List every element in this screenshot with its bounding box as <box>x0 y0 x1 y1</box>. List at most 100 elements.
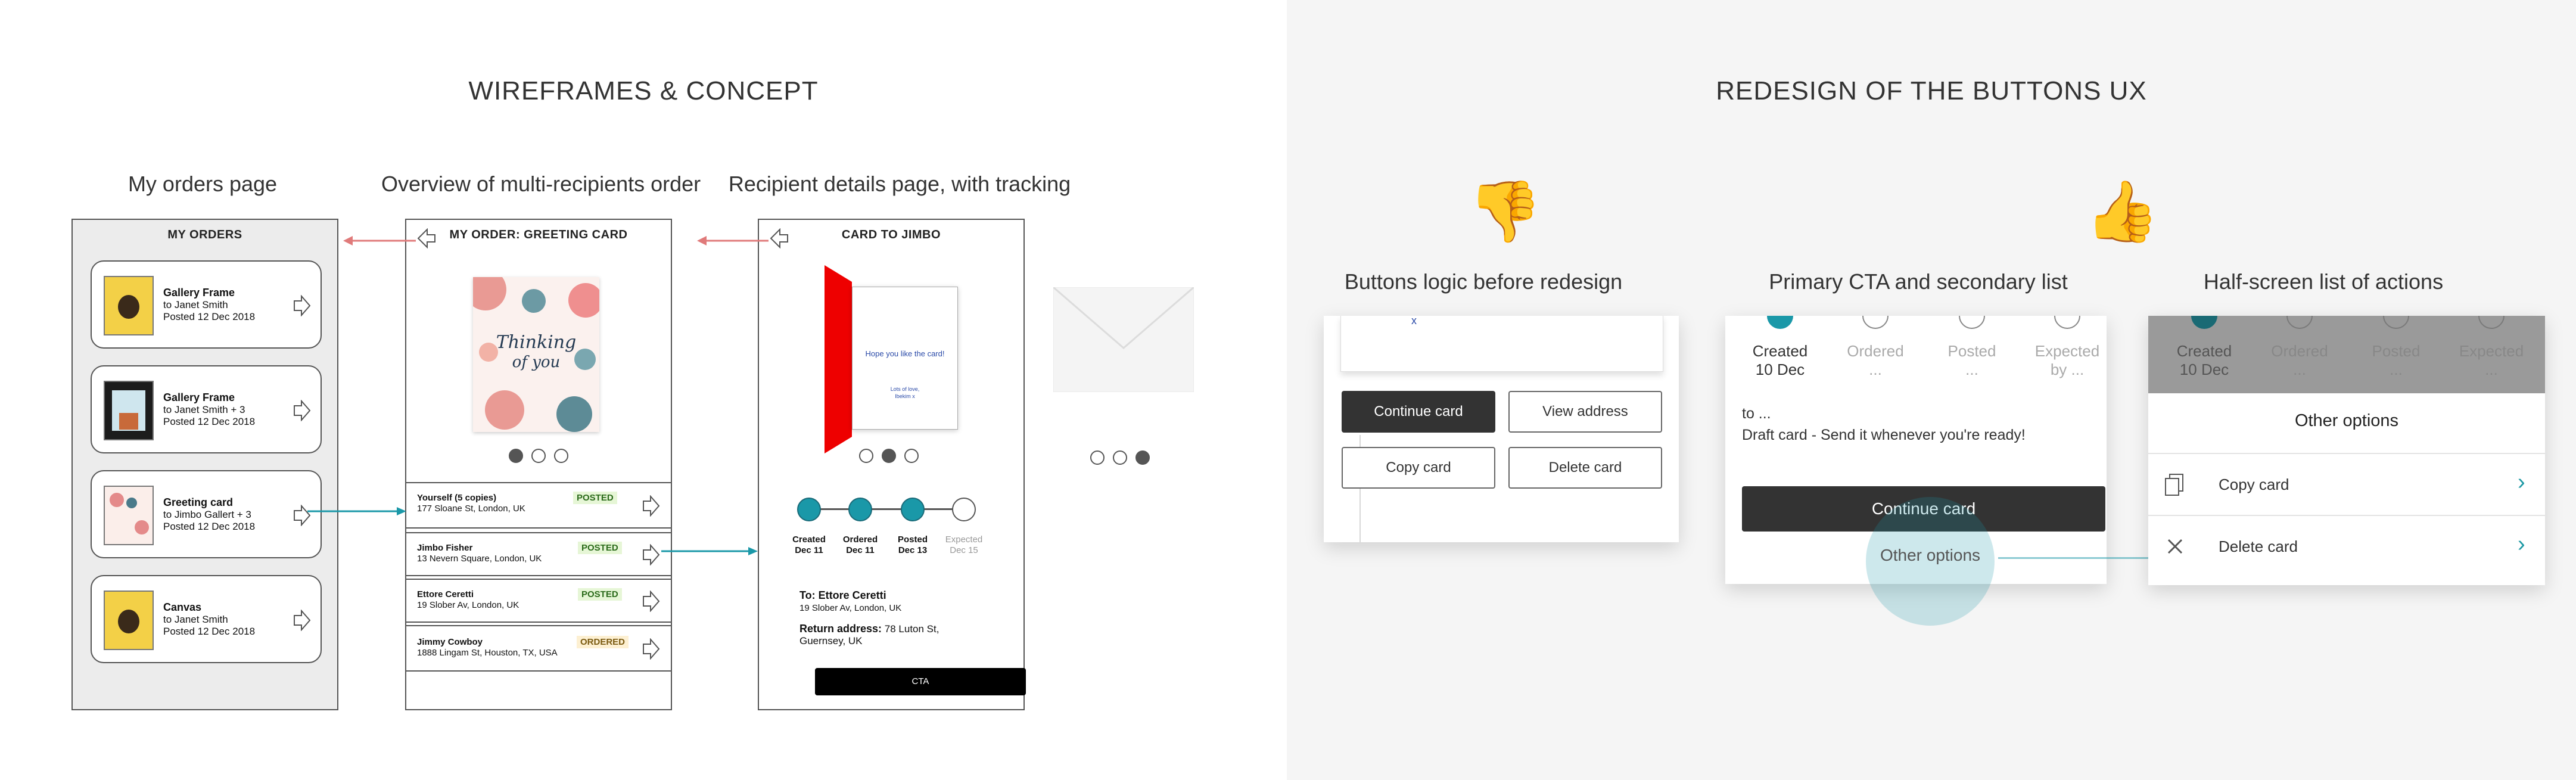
recipient-row[interactable]: Yourself (5 copies) 177 Sloane St, Londo… <box>405 482 672 529</box>
card-art-text-line2: of you <box>512 353 561 371</box>
order-card[interactable]: Greeting card to Jimbo Gallert + 3 Poste… <box>91 470 322 558</box>
step-label: Created <box>2176 342 2232 360</box>
order-card-recipient: to Jimbo Gallert + 3 <box>163 509 251 520</box>
step-label: Expected <box>2034 342 2100 360</box>
card-sign-line1: Lots of love, <box>890 386 920 392</box>
copy-card-button[interactable]: Copy card <box>1342 447 1495 489</box>
half-screen-mock: Created 10 Dec Ordered... Posted... Expec… <box>2148 316 2545 585</box>
gallery-frame-thumbnail <box>104 381 154 440</box>
to-address: 19 Slober Av, London, UK <box>799 603 902 613</box>
order-card-status: Posted 12 Dec 2018 <box>163 626 256 637</box>
chevron-right-icon: › <box>2518 470 2525 495</box>
carousel-dot[interactable] <box>859 449 873 463</box>
order-card-title: Canvas <box>163 601 202 613</box>
carousel-dot-active[interactable] <box>509 449 523 463</box>
step-label: Expected <box>945 534 983 545</box>
continue-card-button[interactable]: Continue card <box>1342 391 1495 433</box>
status-badge: POSTED <box>578 588 622 601</box>
carousel-dot[interactable] <box>554 449 568 463</box>
arrow-right-icon[interactable] <box>293 400 311 421</box>
arrow-right-icon[interactable] <box>293 505 311 526</box>
carousel-dot[interactable] <box>531 449 546 463</box>
thumbs-down-icon: 👎 <box>1468 178 1542 245</box>
step-date: Dec 13 <box>898 545 928 555</box>
wireframes-panel: WIREFRAMES & CONCEPT My orders page Over… <box>0 0 1287 780</box>
tracking-step-done <box>848 498 872 521</box>
return-line2: Guernsey, UK <box>799 635 863 647</box>
before-redesign-mock: x Continue card View address Copy card D… <box>1324 316 1679 542</box>
status-badge: POSTED <box>573 492 617 504</box>
step-done-icon <box>1767 316 1793 329</box>
step-label: Created <box>792 534 826 545</box>
draft-line: Draft card - Send it whenever you're rea… <box>1742 427 2026 443</box>
arrow-right-icon[interactable] <box>642 495 660 517</box>
recipient-name: Yourself (5 copies) <box>417 493 497 503</box>
card-sign-line2: Ibekim x <box>895 393 915 399</box>
order-card-title: Gallery Frame <box>163 287 235 299</box>
delete-card-option[interactable]: Delete card › <box>2148 515 2545 577</box>
open-card-inside: Hope you like the card! Lots of love, Ib… <box>852 287 958 430</box>
arrow-right-icon[interactable] <box>293 295 311 316</box>
order-card[interactable]: Gallery Frame to Janet Smith Posted 12 D… <box>91 260 322 349</box>
open-card-cover <box>825 265 852 453</box>
copy-icon <box>2165 474 2183 496</box>
carousel-dot-active[interactable] <box>882 449 896 463</box>
recipient-wireframe: CARD TO JIMBO Hope you like the card! Lo… <box>758 219 1026 710</box>
step-label: Posted <box>2372 342 2421 360</box>
greeting-card-thumbnail <box>104 486 154 545</box>
step-sub: ... <box>2390 361 2403 378</box>
recipient-row[interactable]: Ettore Ceretti 19 Slober Av, London, UK … <box>405 579 672 623</box>
close-icon <box>2167 539 2183 554</box>
arrow-right-icon[interactable] <box>642 638 660 660</box>
chevron-right-icon: › <box>2518 532 2525 557</box>
carousel-dot[interactable] <box>1090 450 1105 465</box>
order-card-status: Posted 12 Dec 2018 <box>163 311 256 322</box>
delete-card-button[interactable]: Delete card <box>1508 447 1662 489</box>
arrow-right-icon[interactable] <box>293 610 311 631</box>
recipient-name: Jimbo Fisher <box>417 543 473 553</box>
section-title-wireframes: WIREFRAMES & CONCEPT <box>468 76 819 105</box>
step-date: Dec 11 <box>846 545 875 555</box>
view-address-button[interactable]: View address <box>1508 391 1662 433</box>
recipient-address: 1888 Lingam St, Houston, TX, USA <box>417 648 558 658</box>
other-options-link[interactable]: Other options <box>1862 546 1998 565</box>
to-label: To: Ettore Ceretti <box>799 589 886 601</box>
to-line: to ... <box>1742 405 1771 422</box>
order-card-title: Greeting card <box>163 496 234 508</box>
step-label: Created <box>1752 342 1808 360</box>
status-badge: POSTED <box>578 542 622 554</box>
card-mark: x <box>1411 316 1417 327</box>
gallery-frame-thumbnail <box>104 276 154 335</box>
step-label: Ordered <box>2271 342 2328 360</box>
arrow-right-icon[interactable] <box>642 591 660 612</box>
dimmed-overlay: Created 10 Dec Ordered... Posted... Expec… <box>2148 316 2545 393</box>
order-card-recipient: to Janet Smith + 3 <box>163 404 245 415</box>
step-label: Ordered <box>1847 342 1904 360</box>
card-preview: x <box>1340 316 1663 372</box>
title-half-screen: Half-screen list of actions <box>2203 269 2444 294</box>
tracking-step-done <box>901 498 925 521</box>
step-pending-icon <box>1959 316 1985 329</box>
recipient-row[interactable]: Jimbo Fisher 13 Nevern Square, London, U… <box>405 532 672 576</box>
recipient-row[interactable]: Jimmy Cowboy 1888 Lingam St, Houston, TX… <box>405 625 672 672</box>
arrow-right-icon[interactable] <box>642 544 660 565</box>
carousel-dot[interactable] <box>1113 450 1127 465</box>
step-sub: ... <box>1869 361 1882 378</box>
step-sub: ... <box>2485 361 2498 378</box>
carousel-dot-active[interactable] <box>1135 450 1150 465</box>
carousel-dot[interactable] <box>904 449 919 463</box>
order-card-status: Posted 12 Dec 2018 <box>163 521 256 532</box>
step-pending-icon <box>2054 316 2080 329</box>
order-card[interactable]: Canvas to Janet Smith Posted 12 Dec 2018 <box>91 575 322 663</box>
step-sub: ... <box>1965 361 1978 378</box>
sheet-title: Other options <box>2294 411 2399 430</box>
status-badge: ORDERED <box>577 636 629 648</box>
recipient-address: 177 Sloane St, London, UK <box>417 504 525 514</box>
thumbs-up-icon: 👍 <box>2085 178 2160 245</box>
cta-button[interactable]: CTA <box>815 668 1026 695</box>
copy-card-option[interactable]: Copy card › <box>2148 453 2545 515</box>
recipient-name: Ettore Ceretti <box>417 589 474 599</box>
order-card[interactable]: Gallery Frame to Janet Smith + 3 Posted … <box>91 365 322 453</box>
bottom-sheet: Other options Copy card › Delete card › <box>2148 393 2545 585</box>
step-sub: by ... <box>2050 361 2085 378</box>
